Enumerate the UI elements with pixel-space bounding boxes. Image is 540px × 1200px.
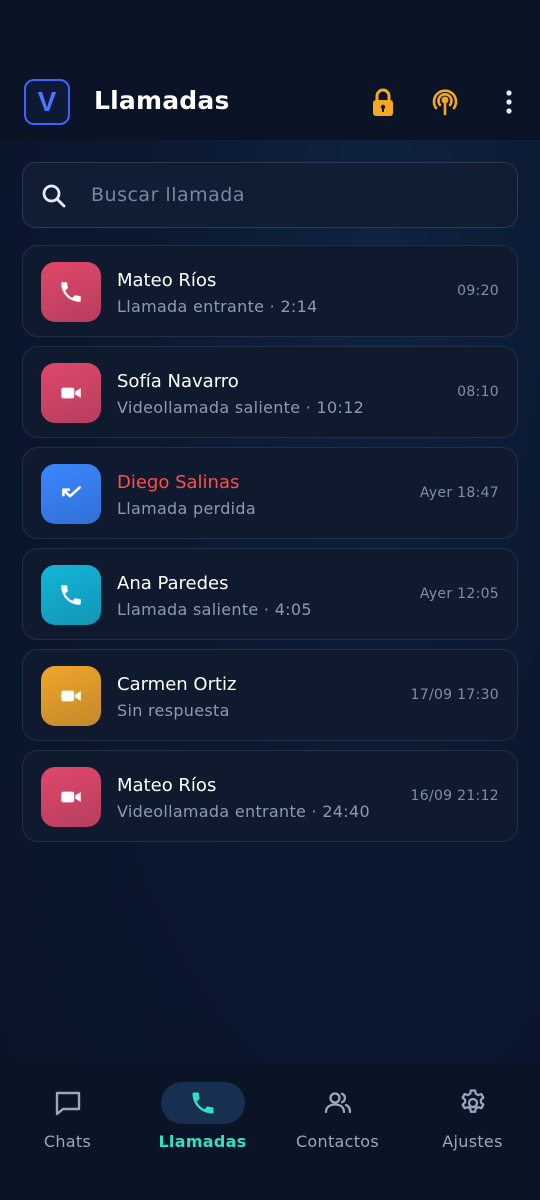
app-header: V Llamadas: [0, 0, 540, 140]
nav-label: Chats: [43, 1132, 92, 1151]
call-detail: Llamada perdida: [117, 499, 256, 518]
logo-letter: V: [37, 86, 57, 117]
call-type-avatar: [41, 565, 101, 625]
contact-name: Sofía Navarro: [117, 371, 239, 392]
nav-label: Contactos: [295, 1132, 380, 1151]
app-logo[interactable]: V: [24, 79, 70, 125]
call-row[interactable]: Sofía Navarro Videollamada saliente · 10:…: [22, 346, 518, 438]
contact-name: Mateo Ríos: [117, 775, 217, 796]
phone-icon: [58, 279, 84, 305]
video-icon: [58, 380, 84, 406]
call-row[interactable]: Diego Salinas Llamada perdida Ayer 18:47: [22, 447, 518, 539]
video-icon: [58, 784, 84, 810]
nav-label: Llamadas: [158, 1132, 247, 1151]
page-title: Llamadas: [94, 86, 230, 115]
call-detail: Llamada entrante · 2:14: [117, 297, 318, 316]
video-icon: [58, 683, 84, 709]
gear-icon: [461, 1089, 484, 1113]
nav-item-ajustes[interactable]: Ajustes: [405, 1082, 540, 1182]
bottom-navigation: Chats Llamadas Contactos Ajustes: [0, 1064, 540, 1200]
call-time: 16/09 21:12: [410, 788, 499, 804]
call-time: 08:10: [457, 384, 499, 400]
search-input[interactable]: [91, 163, 501, 227]
call-type-avatar: [41, 363, 101, 423]
nav-pill: [296, 1082, 380, 1124]
nav-item-contactos[interactable]: Contactos: [270, 1082, 405, 1182]
contact-name: Carmen Ortiz: [117, 674, 237, 695]
nav-pill-active: [160, 1082, 245, 1124]
call-row[interactable]: Mateo Ríos Llamada entrante · 2:14 09:20: [22, 245, 518, 337]
search-icon: [42, 184, 66, 208]
call-type-avatar: [41, 666, 101, 726]
nav-item-chats[interactable]: Chats: [0, 1082, 135, 1182]
chat-icon: [55, 1091, 80, 1116]
call-type-avatar: [41, 464, 101, 524]
call-detail: Sin respuesta: [117, 701, 230, 720]
call-time: Ayer 12:05: [419, 586, 499, 602]
nav-pill: [26, 1082, 110, 1124]
call-detail: Videollamada entrante · 24:40: [117, 802, 370, 821]
call-row[interactable]: Carmen Ortiz Sin respuesta 17/09 17:30: [22, 649, 518, 741]
broadcast-icon[interactable]: [430, 86, 460, 118]
call-row[interactable]: Mateo Ríos Videollamada entrante · 24:40 1…: [22, 750, 518, 842]
call-detail: Videollamada saliente · 10:12: [117, 398, 365, 417]
call-type-avatar: [41, 262, 101, 322]
phone-icon: [58, 582, 84, 608]
phone-icon: [192, 1092, 213, 1114]
contact-name: Diego Salinas: [117, 472, 240, 493]
contact-name: Ana Paredes: [117, 573, 229, 594]
lock-icon[interactable]: [368, 86, 398, 118]
call-detail: Llamada saliente · 4:05: [117, 600, 312, 619]
nav-label: Ajustes: [442, 1132, 503, 1151]
call-time: Ayer 18:47: [419, 485, 499, 501]
contacts-icon: [324, 1092, 351, 1114]
call-time: 09:20: [457, 283, 499, 299]
call-list: Mateo Ríos Llamada entrante · 2:14 09:20 So…: [22, 245, 518, 851]
call-row[interactable]: Ana Paredes Llamada saliente · 4:05 Ayer 1…: [22, 548, 518, 640]
missed-call-icon: [58, 481, 84, 507]
contact-name: Mateo Ríos: [117, 270, 217, 291]
nav-item-llamadas[interactable]: Llamadas: [135, 1082, 270, 1182]
more-vertical-icon[interactable]: [494, 86, 524, 118]
call-type-avatar: [41, 767, 101, 827]
search-bar: [22, 162, 518, 228]
nav-pill: [431, 1082, 515, 1124]
call-time: 17/09 17:30: [410, 687, 499, 703]
